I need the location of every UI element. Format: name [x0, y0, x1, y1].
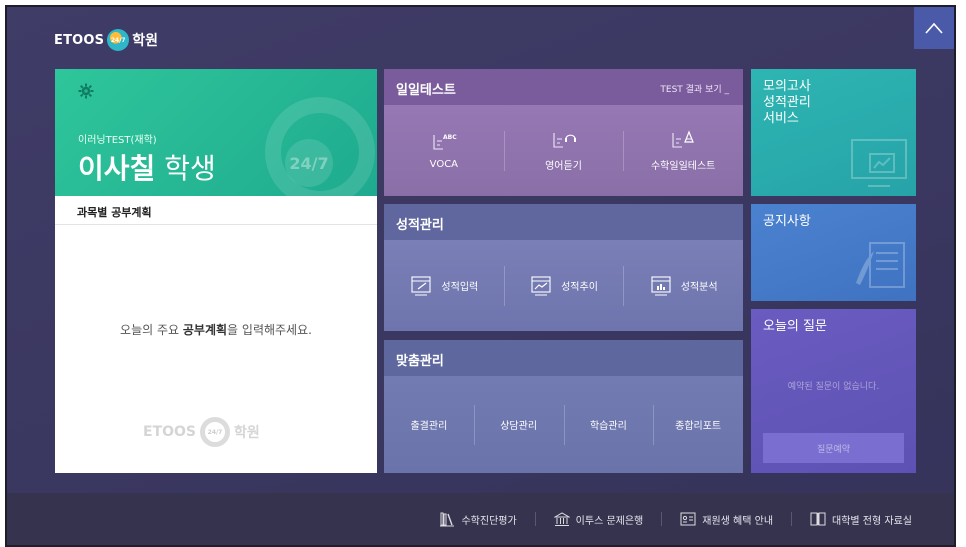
- notice-card[interactable]: 공지사항: [751, 204, 916, 301]
- monitor-chart-icon: [851, 139, 907, 187]
- watermark-247-icon: 24/7: [200, 417, 230, 447]
- daily-test-math-label: 수학일일테스트: [650, 161, 716, 172]
- logo-etoos-text: ETOOS: [54, 32, 105, 48]
- grade-panel: 성적관리 성적입력 성적추이 성적분석: [384, 204, 743, 331]
- daily-test-body: ABC VOCA 영어듣기 수학일일테스트: [384, 105, 743, 196]
- student-card: 24/7 이러닝TEST(재학) 이사칠 학생 과목별 공부계획 오늘의 주요 …: [55, 69, 377, 473]
- footer-admission-archive-label: 대학별 전형 자료실: [832, 515, 912, 527]
- bank-icon: [553, 512, 570, 526]
- book-open-icon: [810, 512, 826, 526]
- daily-test-listening-button[interactable]: 영어듣기: [503, 125, 624, 177]
- footer-math-diagnosis-label: 수학진단평가: [461, 515, 517, 527]
- mock-exam-card[interactable]: 모의고사 성적관리 서비스: [751, 69, 916, 196]
- logo-hakwon-text: 학원: [132, 33, 158, 49]
- test-result-link[interactable]: TEST 결과 보기 _: [660, 82, 729, 95]
- student-name-bold: 이사칠: [78, 152, 156, 185]
- report-button[interactable]: 종합리포트: [653, 399, 743, 451]
- grade-input-icon: [411, 275, 431, 295]
- books-icon: [440, 512, 455, 527]
- student-name: 이사칠 학생: [78, 147, 216, 187]
- plan-empty-bold: 공부계획: [182, 323, 228, 337]
- grade-trend-button[interactable]: 성적추이: [503, 260, 624, 312]
- daily-test-math-button[interactable]: 수학일일테스트: [623, 125, 743, 177]
- study-plan-title: 과목별 공부계획: [55, 196, 377, 225]
- mock-title-line-2: 성적관리: [763, 95, 811, 110]
- etoos-watermark: ETOOS 24/7 학원: [143, 417, 260, 447]
- daily-test-panel: 일일테스트 TEST 결과 보기 _ ABC VOCA 영어듣기 수학일일테스트: [384, 69, 743, 196]
- grade-input-button[interactable]: 성적입력: [384, 260, 504, 312]
- grade-title: 성적관리: [396, 218, 444, 233]
- report-label: 종합리포트: [675, 421, 722, 432]
- counseling-button[interactable]: 상담관리: [473, 399, 564, 451]
- app-frame: ETOOS 24/7 학원 24/7 이러닝TEST(재학) 이사칠 학생 과목…: [5, 5, 956, 547]
- chevron-up-icon: [925, 22, 943, 34]
- counseling-label: 상담관리: [500, 421, 538, 432]
- svg-text:ABC: ABC: [443, 134, 457, 141]
- footer-math-diagnosis-link[interactable]: 수학진단평가: [439, 511, 517, 527]
- learning-button[interactable]: 학습관리: [563, 399, 654, 451]
- custom-header: 맞춤관리: [384, 340, 743, 376]
- question-reserve-button[interactable]: 질문예약: [763, 433, 904, 463]
- grade-header: 성적관리: [384, 204, 743, 240]
- footer-admission-archive-link[interactable]: 대학별 전형 자료실: [810, 511, 912, 527]
- attendance-label: 출결관리: [410, 421, 448, 432]
- watermark-etoos: ETOOS: [143, 424, 196, 440]
- custom-body: 출결관리 상담관리 학습관리 종합리포트: [384, 376, 743, 473]
- learning-label: 학습관리: [589, 421, 627, 432]
- footer-question-bank-label: 이투스 문제은행: [575, 515, 644, 527]
- footer-divider: [534, 512, 536, 526]
- mock-exam-title: 모의고사 성적관리 서비스: [763, 79, 811, 127]
- scroll-top-button[interactable]: [914, 7, 954, 49]
- etoos-logo[interactable]: ETOOS 24/7 학원: [54, 29, 158, 51]
- grade-trend-label: 성적추이: [561, 282, 598, 293]
- question-empty-message: 예약된 질문이 없습니다.: [787, 382, 880, 392]
- question-title: 오늘의 질문: [763, 319, 827, 334]
- watermark-hakwon: 학원: [234, 425, 260, 441]
- student-profile: 24/7 이러닝TEST(재학) 이사칠 학생: [55, 69, 377, 196]
- listening-icon: [552, 133, 576, 148]
- attendance-button[interactable]: 출결관리: [384, 399, 474, 451]
- notice-title: 공지사항: [763, 214, 811, 229]
- mock-title-line-3: 서비스: [763, 111, 799, 126]
- plan-empty-pre: 오늘의 주요: [120, 323, 183, 337]
- footer-question-bank-link[interactable]: 이투스 문제은행: [553, 511, 644, 527]
- grade-analysis-icon: [651, 275, 671, 295]
- footer-divider: [661, 512, 663, 526]
- grade-analysis-label: 성적분석: [680, 282, 718, 293]
- daily-test-title: 일일테스트: [396, 83, 456, 98]
- footer-benefits-link[interactable]: 재원생 혜택 안내: [680, 511, 773, 527]
- plan-empty-post: 을 입력해주세요.: [227, 323, 312, 337]
- gear-icon[interactable]: [78, 83, 94, 99]
- footer-divider: [791, 512, 793, 526]
- footer-benefits-label: 재원생 혜택 안내: [702, 515, 774, 527]
- ring-247-label: 24/7: [285, 139, 333, 187]
- daily-test-voca-label: VOCA: [429, 159, 459, 170]
- grade-analysis-button[interactable]: 성적분석: [623, 260, 743, 312]
- voca-icon: ABC: [433, 134, 457, 150]
- grade-trend-icon: [531, 275, 551, 295]
- logo-247-icon: 24/7: [107, 29, 130, 51]
- daily-test-header: 일일테스트 TEST 결과 보기 _: [384, 69, 743, 105]
- study-plan-empty-message[interactable]: 오늘의 주요 공부계획을 입력해주세요.: [55, 321, 377, 338]
- custom-panel: 맞춤관리 출결관리 상담관리 학습관리 종합리포트: [384, 340, 743, 473]
- footer-bar: 수학진단평가 이투스 문제은행 재원생 혜택 안내 대학별 전형 자료실: [7, 493, 954, 545]
- daily-test-voca-button[interactable]: ABC VOCA: [384, 125, 504, 177]
- daily-test-listening-label: 영어듣기: [545, 161, 582, 172]
- student-name-suffix: 학생: [164, 152, 216, 185]
- document-quill-icon: [856, 242, 905, 288]
- math-icon: [672, 130, 695, 148]
- id-card-icon: [680, 512, 696, 526]
- grade-body: 성적입력 성적추이 성적분석: [384, 240, 743, 331]
- question-card: 오늘의 질문 예약된 질문이 없습니다. 질문예약: [751, 309, 916, 473]
- grade-input-label: 성적입력: [441, 282, 479, 293]
- student-course-label: 이러닝TEST(재학): [78, 135, 157, 146]
- top-bar: ETOOS 24/7 학원: [7, 7, 954, 69]
- custom-title: 맞춤관리: [396, 354, 444, 369]
- mock-title-line-1: 모의고사: [763, 79, 811, 94]
